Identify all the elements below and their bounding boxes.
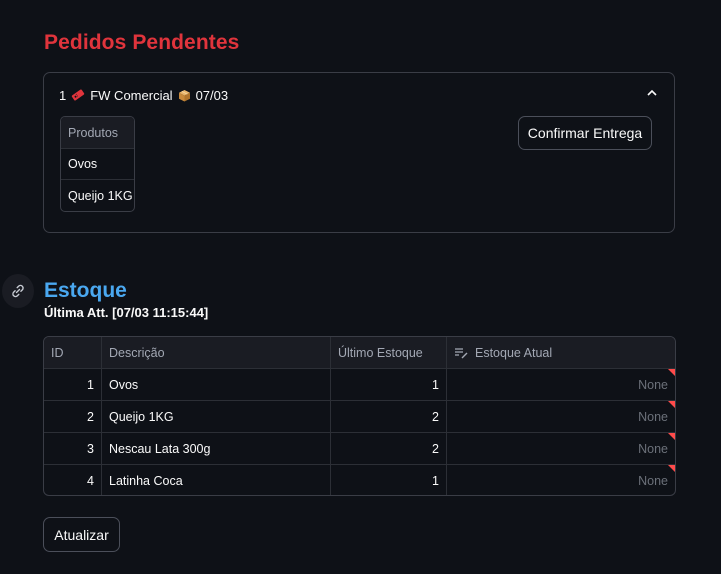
stock-title: Estoque	[44, 279, 127, 302]
products-header: Produtos	[61, 117, 134, 149]
cell-last-stock[interactable]: 2	[331, 433, 447, 464]
confirm-delivery-button[interactable]: Confirmar Entrega	[518, 116, 652, 150]
cell-description[interactable]: Ovos	[102, 369, 331, 400]
cell-current-stock-value: None	[638, 441, 668, 456]
cell-id[interactable]: 2	[44, 401, 102, 432]
cell-id[interactable]: 3	[44, 433, 102, 464]
table-row: 4 Latinha Coca 1 None	[44, 465, 675, 495]
cell-current-stock[interactable]: None	[447, 433, 675, 464]
cell-description[interactable]: Nescau Lata 300g	[102, 433, 331, 464]
column-header-description[interactable]: Descrição	[102, 337, 331, 368]
cell-current-stock[interactable]: None	[447, 401, 675, 432]
cell-description[interactable]: Latinha Coca	[102, 465, 331, 495]
product-row[interactable]: Ovos	[61, 149, 134, 180]
edit-icon	[455, 347, 468, 358]
stock-table: ID Descrição Último Estoque Estoque Atua…	[43, 336, 676, 496]
package-icon	[178, 89, 190, 101]
cell-current-stock-value: None	[638, 377, 668, 392]
cell-last-stock[interactable]: 1	[331, 465, 447, 495]
edited-flag	[668, 433, 675, 440]
cell-current-stock[interactable]: None	[447, 369, 675, 400]
edited-flag	[668, 369, 675, 376]
order-date: 07/03	[195, 87, 229, 103]
cell-current-stock-value: None	[638, 409, 668, 424]
order-client: FW Comercial	[90, 87, 173, 103]
current-stock-header-label: Estoque Atual	[475, 345, 553, 360]
table-row: 2 Queijo 1KG 2 None	[44, 401, 675, 433]
cell-id[interactable]: 4	[44, 465, 102, 495]
order-expander: 1 FW Comercial 07/03 Produtos Ovos Queij…	[43, 72, 675, 233]
last-update-label: Última Att. [07/03 11:15:44]	[44, 305, 209, 320]
cell-current-stock[interactable]: None	[447, 465, 675, 495]
column-header-id[interactable]: ID	[44, 337, 102, 368]
product-row[interactable]: Queijo 1KG	[61, 180, 134, 211]
anchor-link[interactable]	[2, 274, 34, 308]
chevron-up-icon[interactable]	[646, 87, 658, 99]
column-header-current-stock[interactable]: Estoque Atual	[447, 337, 675, 368]
cell-last-stock[interactable]: 2	[331, 401, 447, 432]
link-icon	[12, 284, 24, 298]
products-table: Produtos Ovos Queijo 1KG	[60, 116, 135, 212]
table-row: 3 Nescau Lata 300g 2 None	[44, 433, 675, 465]
cell-last-stock[interactable]: 1	[331, 369, 447, 400]
order-number: 1	[59, 87, 67, 103]
column-header-last-stock[interactable]: Último Estoque	[331, 337, 447, 368]
cell-id[interactable]: 1	[44, 369, 102, 400]
update-button[interactable]: Atualizar	[43, 517, 120, 552]
order-expander-header[interactable]: 1 FW Comercial 07/03	[59, 87, 228, 103]
stock-table-header: ID Descrição Último Estoque Estoque Atua…	[44, 337, 675, 369]
edited-flag	[668, 401, 675, 408]
pending-orders-title: Pedidos Pendentes	[44, 31, 240, 54]
ticket-icon	[71, 89, 85, 101]
cell-description[interactable]: Queijo 1KG	[102, 401, 331, 432]
cell-current-stock-value: None	[638, 474, 668, 488]
edited-flag	[668, 465, 675, 472]
table-row: 1 Ovos 1 None	[44, 369, 675, 401]
